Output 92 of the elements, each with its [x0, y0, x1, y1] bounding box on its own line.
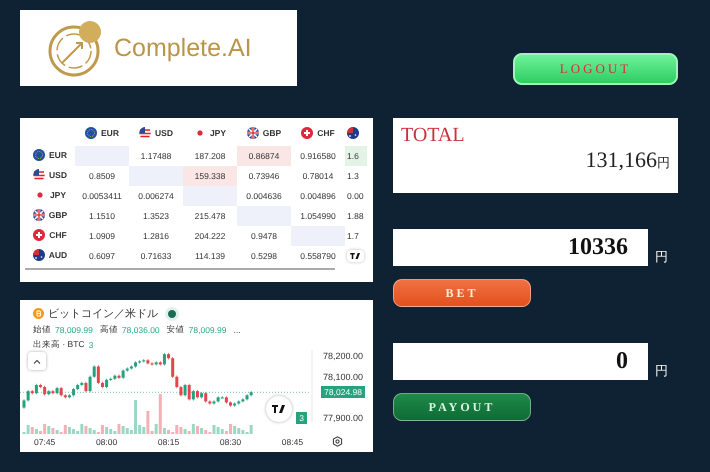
table-cell-text: 0.6097	[88, 250, 116, 263]
time-axis-label: 08:45	[282, 437, 304, 447]
table-cell: 1.3523	[129, 206, 183, 226]
flag-icon	[33, 149, 46, 161]
chart-logo-button[interactable]	[266, 396, 292, 422]
scrollbar[interactable]	[25, 268, 335, 270]
price-axis-label: 77,900.00	[322, 412, 363, 423]
ohlc-value: 78,036.00	[122, 325, 160, 335]
table-cell: 159.338	[183, 166, 237, 186]
flag-icon	[347, 127, 359, 139]
flag-icon	[301, 127, 314, 139]
row-header: JPY	[50, 190, 66, 200]
row-header: CHF	[49, 230, 67, 240]
column-header: EUR	[101, 128, 119, 138]
row-header: USD	[49, 170, 67, 180]
table-cell: 0.0053411	[75, 186, 129, 206]
total-amount: 131,166	[586, 147, 657, 173]
table-cell: 0.004896	[291, 186, 345, 206]
row-header: AUD	[48, 250, 68, 260]
table-cell-text: 1.0909	[88, 230, 116, 243]
table-cell: 0.558790	[291, 246, 345, 266]
currency-unit: 円	[657, 154, 670, 172]
chart-symbol: ビットコイン／米ドル	[48, 307, 158, 321]
volume-tag: 3	[296, 412, 307, 424]
volume-label: 出来高 · BTC	[33, 339, 85, 351]
chart-logo-icon	[350, 253, 361, 259]
bet-field[interactable]: 10336	[393, 229, 648, 266]
ohlc-value: 78,009.99	[55, 325, 93, 335]
table-cell: 0.006274	[129, 186, 183, 206]
time-axis-label: 08:00	[96, 437, 118, 447]
table-cell: 187.208	[183, 146, 237, 166]
flag-icon	[33, 169, 46, 181]
column-header: CHF	[317, 128, 335, 138]
row-header: GBP	[48, 210, 68, 220]
table-cell: 0.9478	[237, 226, 291, 246]
payout-button[interactable]: PAYOUT	[393, 393, 531, 421]
price-axis-label: 78,100.00	[322, 372, 363, 382]
table-cell-text: 1.1510	[88, 210, 116, 223]
table-cell: 215.478	[183, 206, 237, 226]
flag-icon	[32, 249, 45, 261]
table-cell: 0.8509	[75, 166, 129, 186]
table-cell: 1.17488	[129, 146, 183, 166]
status-dot	[168, 310, 176, 318]
bitcoin-icon	[33, 308, 44, 319]
settings-icon[interactable]	[332, 436, 343, 447]
table-cell: 1.7	[345, 226, 367, 246]
table-cell-text: 0.71633	[140, 250, 172, 263]
time-axis-label: 08:30	[220, 437, 242, 447]
table-cell-text: 114.139	[194, 250, 226, 263]
table-cell: 0.916580	[291, 146, 345, 166]
total-label: TOTAL	[401, 124, 466, 147]
table-cell: 1.054990	[291, 206, 345, 226]
chart-logo-button[interactable]	[347, 250, 364, 262]
table-cell: 0.73946	[237, 166, 291, 186]
table-cell-text: 1.2816	[142, 230, 170, 243]
flag-icon	[32, 209, 45, 221]
table-cell: 0.004636	[237, 186, 291, 206]
table-cell: 1.3	[345, 166, 367, 186]
flag-icon	[246, 127, 259, 139]
price-axis-label: 78,200.00	[322, 351, 363, 362]
ohlc-label: 高値	[100, 324, 118, 336]
ohlc-label: 始値	[33, 324, 51, 336]
chart-logo-icon	[272, 405, 286, 413]
column-header: JPY	[210, 128, 226, 138]
last-price-tag: 78,024.98	[321, 386, 365, 398]
table-cell-text: 0.00	[346, 190, 365, 203]
time-axis-label: 07:45	[34, 437, 56, 447]
row-header: EUR	[49, 150, 67, 160]
currency-unit: 円	[655, 362, 668, 380]
column-header: GBP	[262, 128, 282, 138]
ohlc-value: 78,009.99	[188, 325, 226, 335]
column-header: USD	[155, 128, 173, 138]
bet-button[interactable]: BET	[393, 279, 531, 307]
currency-unit: 円	[655, 248, 668, 266]
table-cell: 1.88	[345, 206, 367, 226]
table-cell: 0.78014	[291, 166, 345, 186]
volume-value: 3	[88, 340, 94, 350]
flag-icon	[139, 127, 152, 139]
table-cell: 1.6	[345, 146, 367, 166]
logout-button[interactable]: LOGOUT	[513, 53, 678, 85]
logo-text: Complete.AI	[114, 34, 252, 62]
flag-icon	[33, 229, 46, 241]
ohlc-label: 安値	[166, 324, 185, 336]
table-cell: 204.222	[183, 226, 237, 246]
flag-icon	[85, 127, 98, 139]
more-text: ...	[233, 325, 241, 335]
caret-icon	[33, 358, 41, 364]
payout-field[interactable]: 0	[393, 343, 648, 380]
collapse-button[interactable]	[28, 352, 46, 370]
time-axis-label: 08:15	[158, 437, 180, 447]
table-cell: 0.5298	[237, 246, 291, 266]
table-cell: 0.86874	[237, 146, 291, 166]
